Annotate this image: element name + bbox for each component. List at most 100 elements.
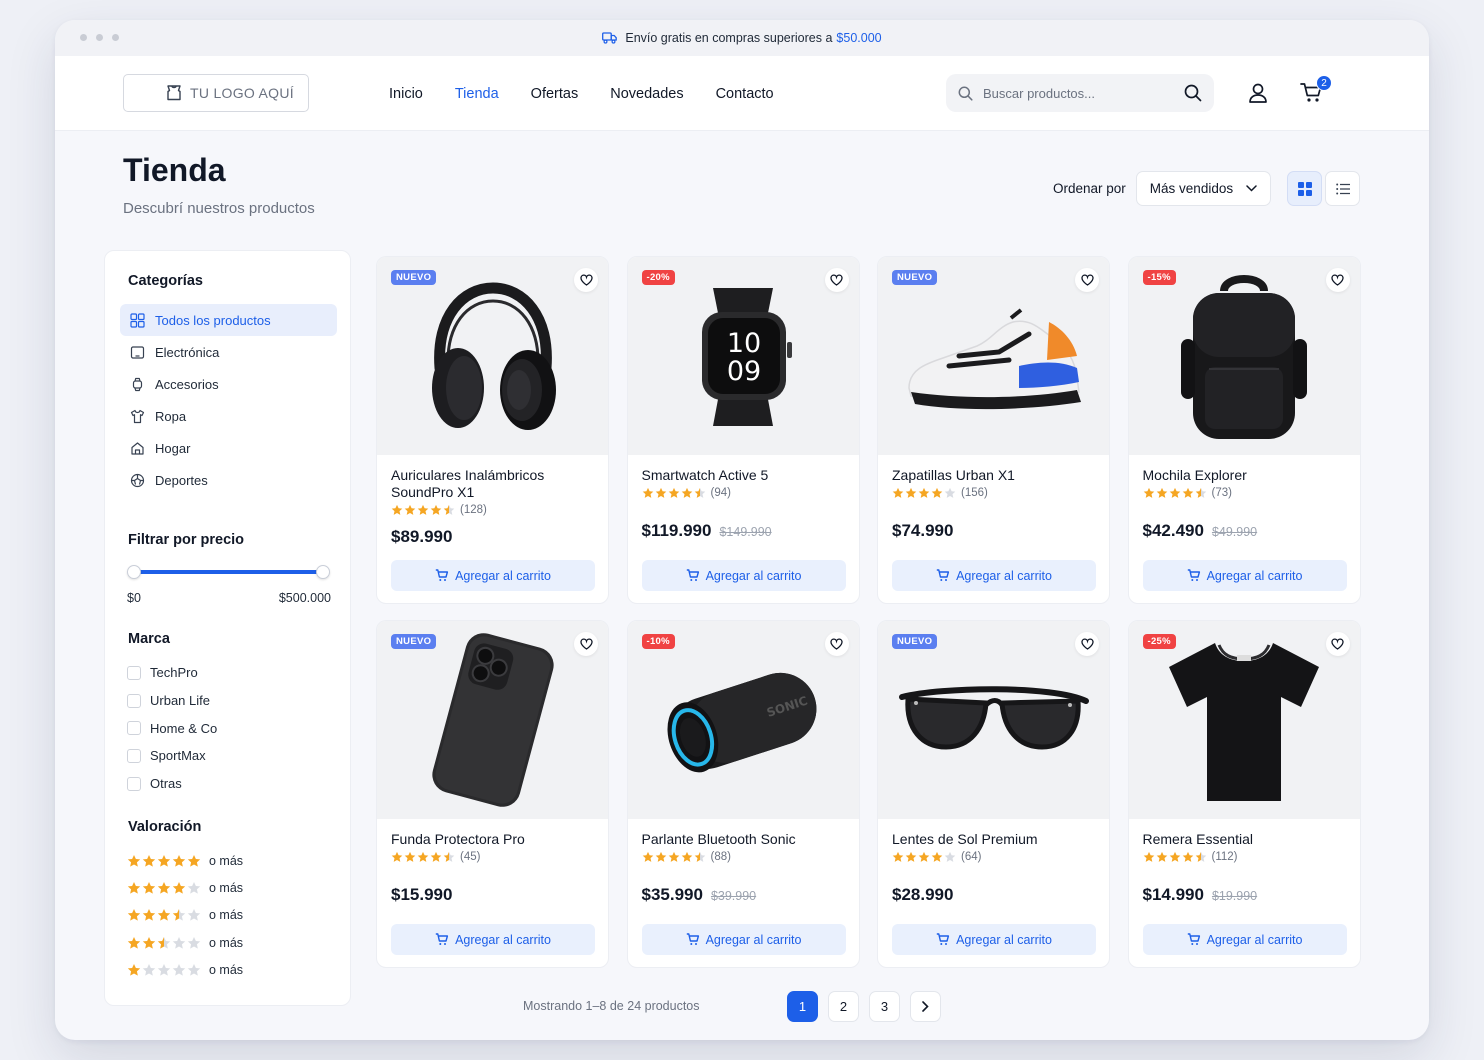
wishlist-button[interactable] — [1325, 632, 1350, 656]
rating-option[interactable]: o más — [127, 902, 243, 929]
product-card[interactable]: NUEVO Zapatillas Urban X1 (156) $74.990 Agre… — [877, 256, 1110, 604]
add-to-cart-label: Agregar al carrito — [956, 932, 1052, 947]
star-icon — [655, 851, 666, 862]
add-to-cart-button[interactable]: Agregar al carrito — [892, 924, 1096, 955]
wishlist-button[interactable] — [574, 268, 598, 292]
backpack-image — [1181, 274, 1307, 439]
product-card[interactable]: -15% Mochila Explorer (73) $42.490 $49.990 Ag… — [1127, 256, 1361, 604]
product-card[interactable]: NUEVO Lentes de Sol Premium (64) $28.990 Agr… — [877, 620, 1110, 968]
cart-icon[interactable]: 2 — [1300, 75, 1332, 109]
cart-icon — [435, 933, 449, 945]
rating-option[interactable]: o más — [127, 929, 243, 956]
checkbox[interactable] — [127, 721, 141, 736]
nav-tienda[interactable]: Tienda — [455, 86, 499, 102]
product-card[interactable]: NUEVO Funda Protectora Pro (45) $15.990 Agre… — [376, 620, 609, 968]
brand-checkbox-otras[interactable]: Otras — [127, 770, 217, 798]
list-view-button[interactable] — [1325, 171, 1360, 206]
product-name[interactable]: Remera Essential — [1143, 831, 1346, 848]
product-name[interactable]: Parlante Bluetooth Sonic — [642, 831, 845, 848]
product-rating: (88) — [642, 851, 845, 863]
add-to-cart-button[interactable]: Agregar al carrito — [892, 560, 1096, 591]
product-name[interactable]: Auriculares Inalámbricos SoundPro X1 — [391, 467, 594, 501]
wishlist-button[interactable] — [824, 632, 849, 656]
category-item-deportes[interactable]: Deportes — [120, 464, 337, 496]
product-card[interactable]: NUEVO Auriculares Inalámbricos SoundPro X… — [376, 256, 609, 604]
wishlist-button[interactable] — [1075, 632, 1099, 656]
price-range-labels: $0 $500.000 — [127, 591, 331, 605]
wishlist-button[interactable] — [574, 632, 598, 656]
search-input[interactable] — [983, 85, 1184, 101]
product-name[interactable]: Smartwatch Active 5 — [642, 467, 845, 484]
star-icon — [127, 936, 141, 949]
nav-inicio[interactable]: Inicio — [389, 86, 423, 102]
rating-option[interactable]: o más — [127, 847, 243, 874]
heart-icon — [1331, 274, 1344, 286]
category-item-accesorios[interactable]: Accesorios — [120, 368, 337, 400]
category-item-ropa[interactable]: Ropa — [120, 400, 337, 432]
product-card[interactable]: 10 09 -20% Smartwatch Active 5 (94) $119.990 $… — [626, 256, 860, 604]
add-to-cart-button[interactable]: Agregar al carrito — [641, 924, 846, 955]
price-min-handle[interactable] — [127, 565, 141, 579]
price-row: $74.990 — [892, 521, 953, 541]
nav-novedades[interactable]: Novedades — [610, 86, 683, 102]
product-image[interactable]: NUEVO — [878, 621, 1109, 819]
product-stars — [642, 851, 706, 863]
category-item-hogar[interactable]: Hogar — [120, 432, 337, 464]
sort-select[interactable]: Más vendidos — [1135, 171, 1271, 206]
search-icon — [958, 86, 973, 101]
brand-checkbox-techpro[interactable]: TechPro — [127, 659, 217, 687]
add-to-cart-button[interactable]: Agregar al carrito — [1142, 560, 1347, 591]
add-to-cart-button[interactable]: Agregar al carrito — [391, 924, 595, 955]
product-name[interactable]: Zapatillas Urban X1 — [892, 467, 1095, 484]
product-name[interactable]: Mochila Explorer — [1143, 467, 1346, 484]
checkbox[interactable] — [127, 693, 141, 708]
product-name[interactable]: Lentes de Sol Premium — [892, 831, 1095, 848]
rating-option[interactable]: o más — [127, 956, 243, 983]
rating-option[interactable]: o más — [127, 874, 243, 901]
category-item-todos-los-productos[interactable]: Todos los productos — [120, 304, 337, 336]
heart-icon — [1080, 638, 1094, 650]
product-name[interactable]: Funda Protectora Pro — [391, 831, 594, 848]
product-card[interactable]: -25% Remera Essential (112) $14.990 $19.990 A… — [1127, 620, 1361, 968]
search-submit-icon[interactable] — [1184, 84, 1202, 102]
star-icon — [187, 936, 201, 949]
price-slider[interactable] — [127, 565, 330, 579]
checkbox[interactable] — [127, 748, 141, 763]
product-image[interactable]: NUEVO — [878, 257, 1109, 455]
add-to-cart-button[interactable]: Agregar al carrito — [1142, 924, 1347, 955]
wishlist-button[interactable] — [1325, 268, 1350, 292]
product-image[interactable]: 10 09 -20% — [627, 257, 859, 455]
brand-checkbox-sportmax[interactable]: SportMax — [127, 742, 217, 770]
product-image[interactable]: -25% — [1128, 621, 1360, 819]
brand-checkbox-urban-life[interactable]: Urban Life — [127, 687, 217, 715]
product-image[interactable]: SONIC -10% — [627, 621, 859, 819]
add-to-cart-label: Agregar al carrito — [705, 932, 802, 947]
next-page-button[interactable] — [910, 991, 941, 1022]
add-to-cart-button[interactable]: Agregar al carrito — [391, 560, 595, 591]
product-image[interactable]: -15% — [1128, 257, 1360, 455]
checkbox[interactable] — [127, 776, 141, 791]
price-max-handle[interactable] — [316, 565, 330, 579]
page-button-3[interactable]: 3 — [869, 991, 900, 1022]
page-button-1[interactable]: 1 — [787, 991, 818, 1022]
add-to-cart-button[interactable]: Agregar al carrito — [641, 560, 846, 591]
wishlist-button[interactable] — [824, 268, 849, 292]
page-button-2[interactable]: 2 — [828, 991, 859, 1022]
product-rating: (128) — [391, 504, 594, 516]
checkbox[interactable] — [127, 665, 141, 680]
product-rating: (45) — [391, 851, 594, 863]
grid-view-button[interactable] — [1287, 171, 1322, 206]
user-icon[interactable] — [1247, 82, 1269, 109]
product-card[interactable]: SONIC -10% Parlante Bluetooth Sonic (88) $35… — [626, 620, 860, 968]
star-icon — [681, 851, 692, 862]
wishlist-button[interactable] — [1075, 268, 1099, 292]
product-image[interactable]: NUEVO — [377, 257, 608, 455]
nav-ofertas[interactable]: Ofertas — [531, 86, 579, 102]
rating-option-stars — [127, 908, 201, 922]
nav-contacto[interactable]: Contacto — [716, 86, 774, 102]
category-item-electr-nica[interactable]: Electrónica — [120, 336, 337, 368]
product-image[interactable]: NUEVO — [377, 621, 608, 819]
logo[interactable]: TU LOGO AQUÍ — [123, 74, 309, 112]
rating-filter-title: Valoración — [128, 819, 202, 835]
brand-checkbox-home-co[interactable]: Home & Co — [127, 714, 217, 742]
